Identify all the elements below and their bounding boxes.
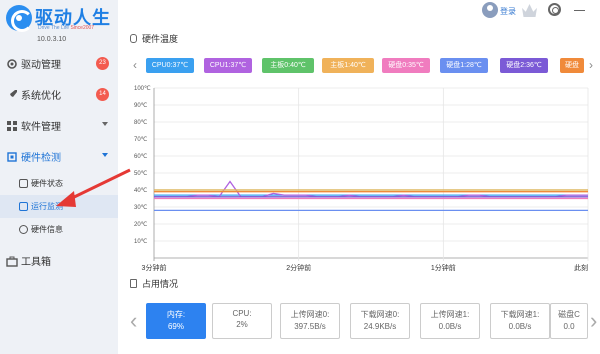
legend-chip[interactable]: CPU1:37℃: [204, 58, 252, 73]
app-version: 10.0.3.10: [37, 36, 67, 43]
chevron-right-icon[interactable]: ›: [590, 306, 597, 336]
legend-row: ‹ CPU0:37℃ CPU1:37℃ 主板0:40℃ 主板1:40℃ 硬盘0:…: [130, 57, 595, 75]
temperature-section-title: 硬件温度: [130, 32, 178, 45]
legend-chip[interactable]: 硬盘2:36℃: [500, 58, 548, 73]
sidebar-subitem-run-monitor[interactable]: 运行监测: [0, 195, 118, 218]
main-panel: 登录 硬件温度 ‹ CPU0:37℃ CPU1:37℃ 主板0:40℃ 主板1:…: [118, 0, 600, 354]
grid-icon: [7, 120, 17, 131]
sidebar-item-toolbox[interactable]: 工具箱: [0, 245, 118, 276]
sidebar-subitem-hardware-info[interactable]: 硬件信息: [0, 218, 118, 241]
status-icon: [19, 179, 28, 188]
legend-chip[interactable]: CPU0:37℃: [146, 58, 194, 73]
y-tick-label: 40℃: [134, 188, 148, 194]
y-tick-label: 70℃: [134, 137, 148, 143]
chevron-down-icon: [102, 122, 108, 126]
info-icon: [19, 225, 28, 234]
toolbox-icon: [6, 256, 18, 267]
legend-chip[interactable]: 主板0:40℃: [262, 58, 314, 73]
y-tick-label: 90℃: [134, 103, 148, 109]
usage-card-upload1[interactable]: 上传网速1: 0.0B/s: [420, 303, 480, 339]
y-tick-label: 100℃: [134, 86, 151, 92]
x-tick-label: 此刻: [574, 263, 588, 272]
thermometer-icon: [130, 34, 137, 43]
y-tick-label: 10℃: [134, 239, 148, 245]
sidebar-item-hardware-detect[interactable]: 硬件检测: [0, 141, 118, 172]
usage-card-memory[interactable]: 内存: 69%: [146, 303, 206, 339]
y-tick-label: 60℃: [134, 154, 148, 160]
login-link[interactable]: 登录: [500, 6, 516, 17]
sidebar-item-label: 硬件检测: [21, 153, 61, 164]
chevron-down-icon: [102, 153, 108, 157]
legend-chip[interactable]: 硬盘: [560, 58, 584, 73]
notification-badge: 14: [96, 88, 109, 101]
temperature-chart: 100℃ 90℃ 80℃ 70℃ 60℃ 50℃ 40℃ 30℃ 20℃ 10℃ 3分钟前 2分钟前 1…: [134, 86, 589, 272]
notification-badge: 23: [96, 57, 109, 70]
app-tagline: Drive The Life Since2007: [38, 25, 95, 31]
logo-area: 驱动人生 Drive The Life Since2007 10.0.3.10: [0, 0, 118, 48]
monitor-icon: [19, 202, 28, 211]
chip-icon: [7, 151, 17, 162]
usage-card-cpu[interactable]: CPU: 2%: [212, 303, 272, 339]
y-tick-label: 50℃: [134, 171, 148, 177]
sidebar-subitem-hardware-status[interactable]: 硬件状态: [0, 172, 118, 195]
legend-chip[interactable]: 硬盘0:35℃: [382, 58, 430, 73]
x-tick-label: 2分钟前: [286, 263, 311, 272]
usage-card-upload0[interactable]: 上传网速0: 397.5B/s: [280, 303, 340, 339]
chevron-left-icon[interactable]: ‹: [130, 306, 137, 336]
chevron-right-icon[interactable]: ›: [586, 57, 596, 75]
sidebar-item-software-management[interactable]: 软件管理: [0, 110, 118, 141]
sidebar-subitem-label: 运行监测: [31, 202, 63, 211]
usage-card-download0[interactable]: 下载网速0: 24.9KB/s: [350, 303, 410, 339]
y-tick-label: 80℃: [134, 120, 148, 126]
sidebar: 驱动人生 Drive The Life Since2007 10.0.3.10 …: [0, 0, 118, 354]
sidebar-subitem-label: 硬件信息: [31, 225, 63, 234]
sidebar-item-label: 软件管理: [21, 122, 61, 133]
x-tick-label: 1分钟前: [431, 263, 456, 272]
crown-icon[interactable]: [522, 4, 537, 17]
window-topbar: 登录: [470, 0, 600, 25]
chevron-left-icon[interactable]: ‹: [130, 57, 140, 75]
sidebar-item-label: 驱动管理: [21, 60, 61, 71]
gear-icon: [7, 58, 17, 69]
x-tick-label: 3分钟前: [142, 263, 167, 272]
usage-card-download1[interactable]: 下载网速1: 0.0B/s: [490, 303, 550, 339]
sidebar-item-label: 系统优化: [21, 91, 61, 102]
y-tick-label: 20℃: [134, 222, 148, 228]
rocket-icon: [8, 89, 17, 99]
y-tick-label: 30℃: [134, 205, 148, 211]
settings-gear-icon[interactable]: [548, 3, 561, 16]
usage-icon: [130, 279, 137, 288]
sidebar-item-driver-management[interactable]: 驱动管理 23: [0, 48, 118, 79]
sidebar-item-label: 工具箱: [21, 257, 51, 268]
sidebar-item-system-optimize[interactable]: 系统优化 14: [0, 79, 118, 110]
sidebar-subitem-label: 硬件状态: [31, 179, 63, 188]
legend-chip[interactable]: 主板1:40℃: [322, 58, 374, 73]
usage-card-disk-c[interactable]: 磁盘C 0.0: [550, 303, 588, 339]
avatar[interactable]: [482, 2, 498, 18]
logo-icon: [6, 5, 33, 32]
usage-section-title: 占用情况: [130, 277, 178, 290]
legend-chip[interactable]: 硬盘1:28℃: [440, 58, 488, 73]
usage-cards-row: ‹ 内存: 69% CPU: 2% 上传网速0: 397.5B/s 下载网速0:…: [130, 302, 600, 342]
minimize-icon[interactable]: [574, 10, 585, 11]
